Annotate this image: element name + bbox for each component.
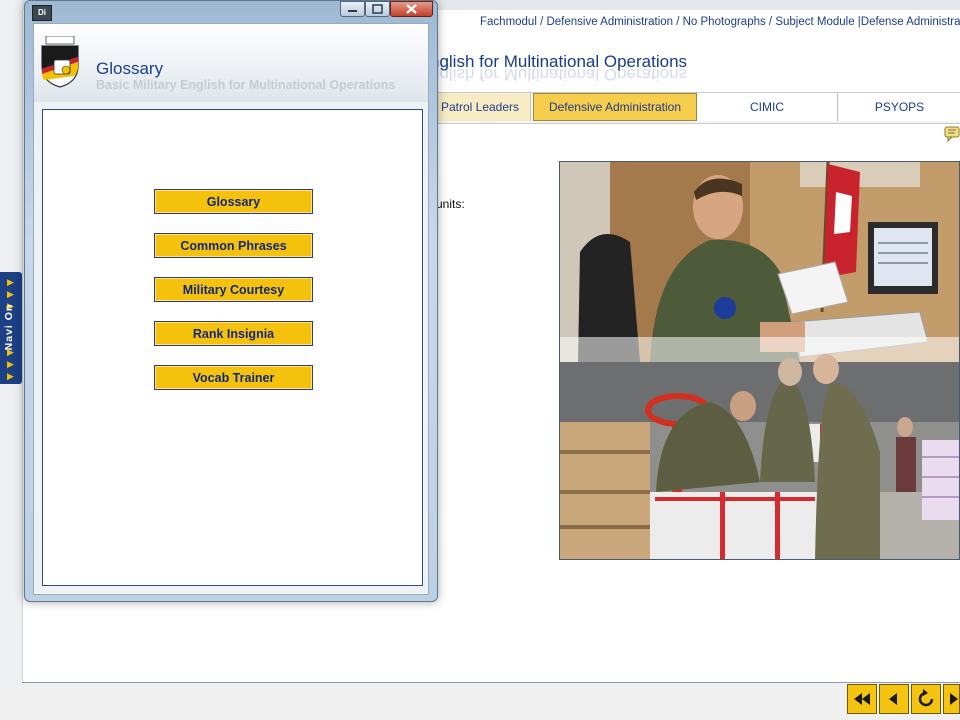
comment-icon[interactable] xyxy=(944,126,960,143)
app-icon: Di xyxy=(32,5,52,21)
forward-icon xyxy=(950,693,958,705)
glossary-menu-panel: Glossary Common Phrases Military Courtes… xyxy=(42,109,423,586)
close-icon xyxy=(406,4,417,14)
rewind-icon xyxy=(854,693,870,705)
back-button[interactable] xyxy=(879,684,909,714)
breadcrumb: Fachmodul / Defensive Administration / N… xyxy=(480,16,960,28)
window-title: Glossary xyxy=(96,59,164,78)
vocab-trainer-button[interactable]: Vocab Trainer xyxy=(154,365,313,390)
reload-icon xyxy=(918,689,934,707)
subject-tab-bar: Patrol Leaders Defensive Administration … xyxy=(430,92,960,124)
tab-psyops[interactable]: PSYOPS xyxy=(839,93,960,121)
window-subtitle: Basic Military English for Multinational… xyxy=(96,78,396,92)
footer-bar xyxy=(0,683,960,720)
military-courtesy-button[interactable]: Military Courtesy xyxy=(154,277,313,302)
navi-on-toggle[interactable]: ▶ ▶ ▶ Navi On ▶ ▶ ▶ xyxy=(0,272,22,384)
minimize-button[interactable] xyxy=(340,1,365,17)
tab-defensive-administration[interactable]: Defensive Administration xyxy=(533,93,697,121)
back-icon xyxy=(889,693,897,705)
forward-button[interactable] xyxy=(943,684,960,714)
soldiers-photo xyxy=(559,161,960,560)
close-button[interactable] xyxy=(390,1,433,17)
tab-cimic[interactable]: CIMIC xyxy=(697,93,838,121)
rank-insignia-button[interactable]: Rank Insignia xyxy=(154,321,313,346)
rewind-button[interactable] xyxy=(847,684,877,714)
page-title: nglish for Multinational Operations xyxy=(430,52,688,71)
tab-patrol-leaders[interactable]: Patrol Leaders xyxy=(430,93,531,121)
maximize-button[interactable] xyxy=(365,1,390,17)
window-content: Glossary Basic Military English for Mult… xyxy=(33,23,429,595)
content-text: units: xyxy=(436,197,465,211)
bundeswehr-logo-icon xyxy=(40,35,80,88)
maximize-icon xyxy=(372,4,383,14)
reload-button[interactable] xyxy=(911,684,941,714)
minimize-icon xyxy=(348,10,357,12)
common-phrases-button[interactable]: Common Phrases xyxy=(154,233,313,258)
glossary-button[interactable]: Glossary xyxy=(154,189,313,214)
glossary-window: Di Glossary Basic Military English for M… xyxy=(24,0,438,602)
